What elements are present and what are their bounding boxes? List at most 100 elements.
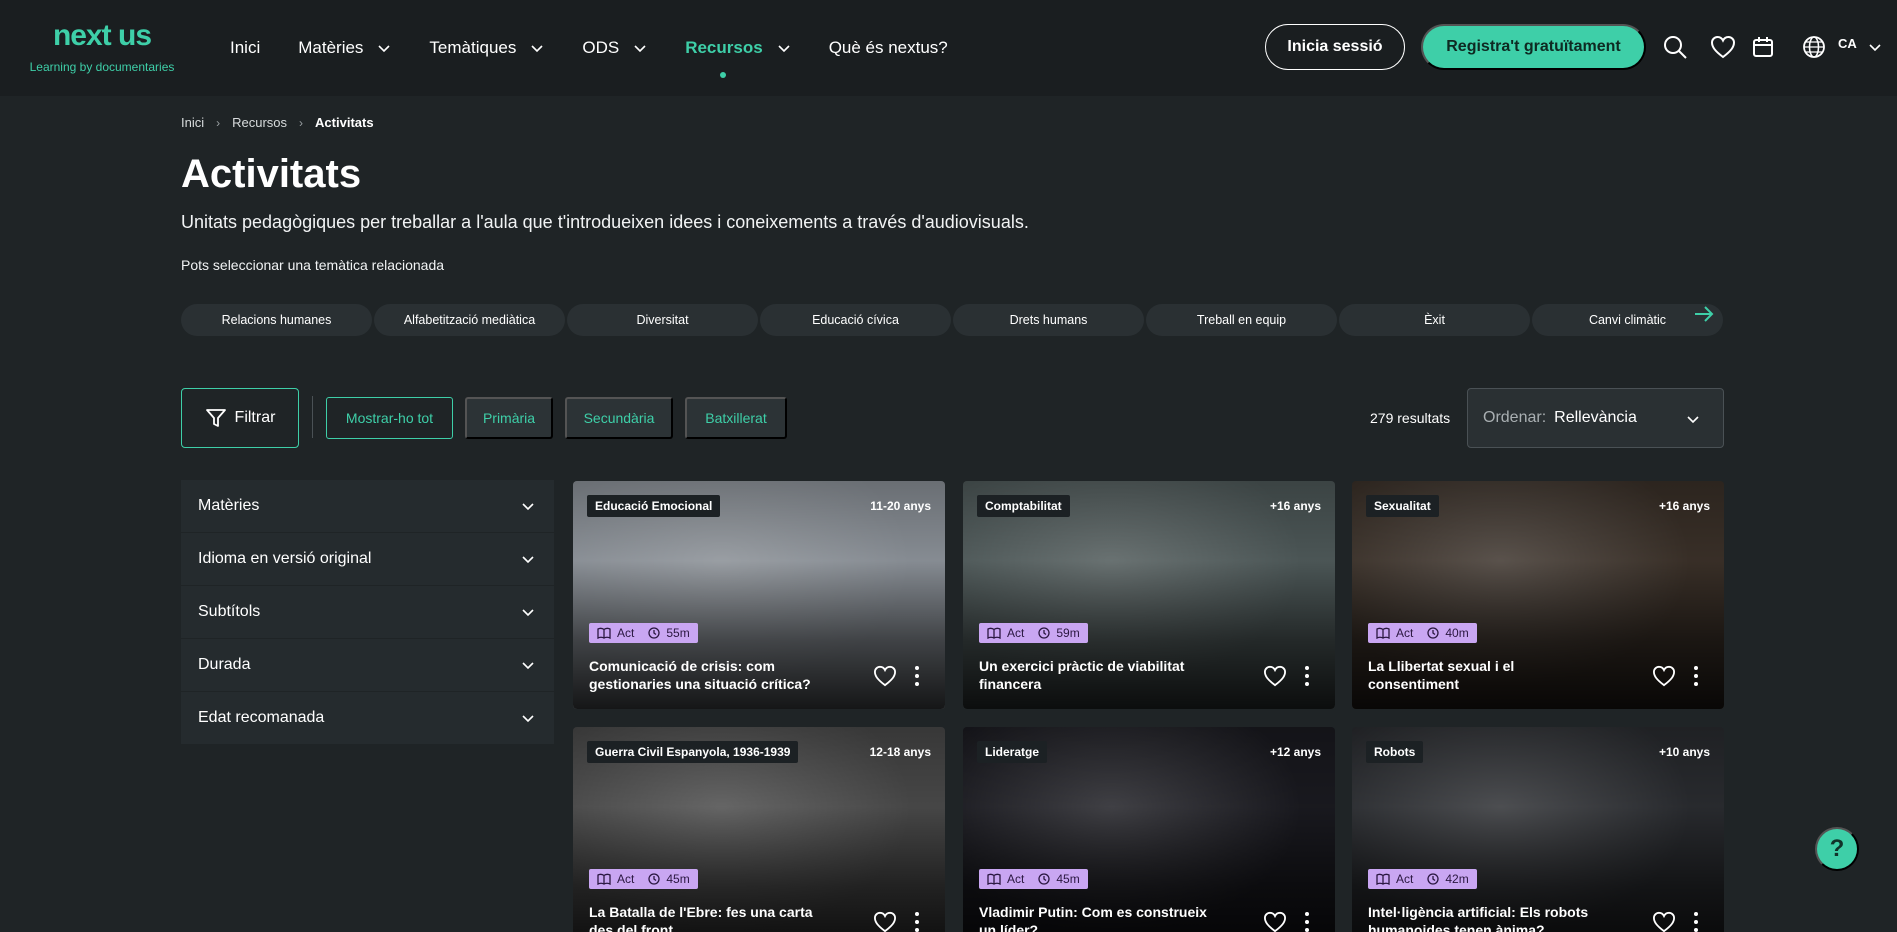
card-meta-badge: Act 45m bbox=[979, 869, 1088, 889]
card-duration: 40m bbox=[1445, 626, 1469, 640]
theme-chip[interactable]: Treball en equip bbox=[1146, 304, 1337, 336]
card-title: Intel·ligència artificial: Els robots hu… bbox=[1368, 904, 1589, 932]
more-vertical-icon[interactable] bbox=[1305, 665, 1309, 687]
card-category: Lideratge bbox=[977, 741, 1048, 763]
facet-label: Subtítols bbox=[198, 603, 261, 620]
search-icon[interactable] bbox=[1660, 32, 1690, 62]
breadcrumb-recursos[interactable]: Recursos bbox=[232, 115, 287, 130]
card-category: Robots bbox=[1366, 741, 1424, 763]
chevron-down-icon[interactable] bbox=[1868, 40, 1882, 54]
chevron-down-icon bbox=[531, 45, 543, 53]
facet-subtitols[interactable]: Subtítols bbox=[181, 586, 554, 639]
facet-materies[interactable]: Matèries bbox=[181, 480, 554, 533]
site-header: next us Learning by documentaries Inici … bbox=[0, 0, 1897, 96]
card-age: 11-20 anys bbox=[870, 499, 931, 513]
resource-card[interactable]: Robots +10 anys Act 42m Intel·ligència a… bbox=[1352, 727, 1724, 932]
card-type: Act bbox=[1396, 626, 1414, 640]
help-button[interactable]: ? bbox=[1815, 827, 1859, 871]
logo[interactable]: next us Learning by documentaries bbox=[24, 14, 180, 74]
nav-item-ods[interactable]: ODS bbox=[582, 0, 647, 96]
language-selector[interactable]: CA bbox=[1838, 36, 1857, 51]
sort-select[interactable]: Ordenar: Rellevància bbox=[1467, 388, 1724, 448]
chevron-down-icon bbox=[1687, 416, 1699, 424]
filter-button[interactable]: Filtrar bbox=[181, 388, 299, 448]
book-icon bbox=[987, 627, 1001, 639]
facet-sidebar: Matèries Idioma en versió original Subtí… bbox=[181, 480, 554, 745]
theme-chip[interactable]: Diversitat bbox=[567, 304, 758, 336]
book-icon bbox=[597, 627, 611, 639]
facet-idioma[interactable]: Idioma en versió original bbox=[181, 533, 554, 586]
card-duration: 45m bbox=[666, 872, 690, 886]
chevron-down-icon bbox=[378, 45, 390, 53]
more-vertical-icon[interactable] bbox=[1694, 911, 1698, 932]
calendar-icon[interactable] bbox=[1748, 32, 1778, 62]
clock-icon bbox=[1038, 627, 1050, 639]
clock-icon bbox=[1427, 873, 1439, 885]
facet-durada[interactable]: Durada bbox=[181, 639, 554, 692]
resource-card[interactable]: Comptabilitat +16 anys Act 59m Un exerci… bbox=[963, 481, 1335, 709]
funnel-icon bbox=[205, 409, 226, 427]
nav-item-materies[interactable]: Matèries bbox=[298, 0, 391, 96]
nav-item-que-es-nextus[interactable]: Què és nextus? bbox=[829, 0, 948, 96]
nav-item-recursos[interactable]: Recursos bbox=[685, 0, 790, 96]
more-vertical-icon[interactable] bbox=[915, 665, 919, 687]
card-title: La Llibertat sexual i el consentiment bbox=[1368, 658, 1515, 692]
card-category: Comptabilitat bbox=[977, 495, 1070, 517]
breadcrumb-current: Activitats bbox=[315, 115, 374, 130]
level-chip-batxillerat[interactable]: Batxillerat bbox=[685, 397, 787, 439]
theme-chip[interactable]: Relacions humanes bbox=[181, 304, 372, 336]
card-type: Act bbox=[1396, 872, 1414, 886]
chevron-down-icon bbox=[522, 715, 534, 723]
theme-chip[interactable]: Drets humans bbox=[953, 304, 1144, 336]
chevron-down-icon bbox=[522, 503, 534, 511]
breadcrumb: Inici › Recursos › Activitats bbox=[181, 115, 374, 130]
heart-icon[interactable] bbox=[873, 665, 897, 687]
card-category: Guerra Civil Espanyola, 1936-1939 bbox=[587, 741, 799, 763]
facet-label: Edat recomanada bbox=[198, 709, 325, 726]
level-chip-primaria[interactable]: Primària bbox=[465, 397, 553, 439]
card-category: Sexualitat bbox=[1366, 495, 1439, 517]
book-icon bbox=[1376, 627, 1390, 639]
heart-icon[interactable] bbox=[873, 911, 897, 932]
heart-icon[interactable] bbox=[1652, 665, 1676, 687]
register-button[interactable]: Registra't gratuïtament bbox=[1421, 24, 1646, 70]
logo-wordmark: next us bbox=[52, 19, 152, 52]
facet-edat[interactable]: Edat recomanada bbox=[181, 692, 554, 745]
card-title: La Batalla de l'Ebre: fes una carta des … bbox=[589, 904, 813, 932]
resource-card[interactable]: Sexualitat +16 anys Act 40m La Llibertat… bbox=[1352, 481, 1724, 709]
resource-card[interactable]: Guerra Civil Espanyola, 1936-1939 12-18 … bbox=[573, 727, 945, 932]
card-duration: 55m bbox=[666, 626, 690, 640]
nav-label: Inici bbox=[230, 38, 261, 57]
card-type: Act bbox=[617, 626, 635, 640]
heart-icon[interactable] bbox=[1263, 911, 1287, 932]
nav-item-tematiques[interactable]: Temàtiques bbox=[429, 0, 544, 96]
login-button[interactable]: Inicia sessió bbox=[1265, 24, 1405, 70]
more-vertical-icon[interactable] bbox=[915, 911, 919, 932]
arrow-right-icon[interactable] bbox=[1686, 296, 1722, 332]
chevron-right-icon: › bbox=[299, 115, 304, 130]
theme-chip[interactable]: Educació cívica bbox=[760, 304, 951, 336]
more-vertical-icon[interactable] bbox=[1305, 911, 1309, 932]
level-chip-all[interactable]: Mostrar-ho tot bbox=[326, 397, 453, 439]
chevron-right-icon: › bbox=[216, 115, 221, 130]
level-chip-secundaria[interactable]: Secundària bbox=[565, 397, 673, 439]
globe-icon[interactable] bbox=[1799, 32, 1829, 62]
breadcrumb-inici[interactable]: Inici bbox=[181, 115, 204, 130]
theme-chip[interactable]: Èxit bbox=[1339, 304, 1530, 336]
resource-card[interactable]: Lideratge +12 anys Act 45m Vladimir Puti… bbox=[963, 727, 1335, 932]
heart-icon[interactable] bbox=[1708, 32, 1738, 62]
nav-item-inici[interactable]: Inici bbox=[230, 0, 260, 96]
heart-icon[interactable] bbox=[1263, 665, 1287, 687]
card-duration: 59m bbox=[1056, 626, 1080, 640]
logo-tagline: Learning by documentaries bbox=[29, 60, 175, 74]
nav-label: Recursos bbox=[685, 38, 763, 57]
theme-chip[interactable]: Alfabetització mediàtica bbox=[374, 304, 565, 336]
resource-card[interactable]: Educació Emocional 11-20 anys Act 55m Co… bbox=[573, 481, 945, 709]
card-age: +16 anys bbox=[1658, 499, 1710, 513]
clock-icon bbox=[648, 873, 660, 885]
heart-icon[interactable] bbox=[1652, 911, 1676, 932]
nav-label: ODS bbox=[582, 38, 620, 57]
facet-label: Durada bbox=[198, 656, 251, 673]
more-vertical-icon[interactable] bbox=[1694, 665, 1698, 687]
filter-label: Filtrar bbox=[234, 409, 276, 426]
